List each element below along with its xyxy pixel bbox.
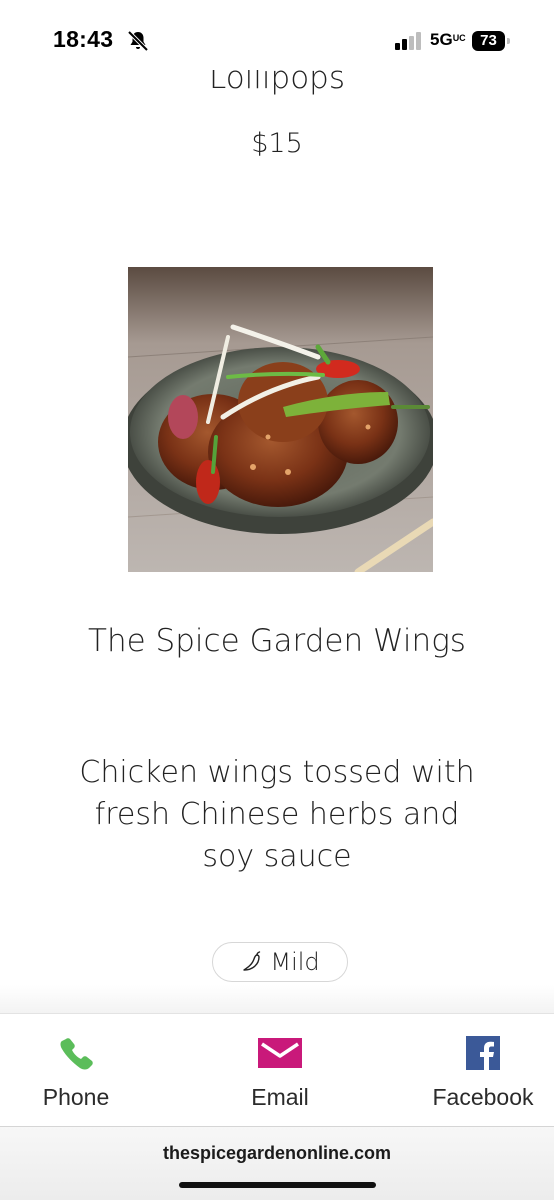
home-indicator[interactable] <box>179 1182 376 1188</box>
battery-icon: 73 <box>472 31 510 51</box>
email-label: Email <box>251 1084 309 1110</box>
browser-url-bar[interactable]: thespicegardenonline.com <box>0 1127 554 1200</box>
phone-icon <box>60 1038 93 1070</box>
email-button[interactable]: Email <box>224 1014 336 1128</box>
phone-label: Phone <box>42 1084 110 1110</box>
battery-level: 73 <box>472 31 505 51</box>
facebook-button[interactable]: Facebook <box>420 1014 546 1128</box>
url-text[interactable]: thespicegardenonline.com <box>0 1143 554 1164</box>
scroll-fade <box>0 985 554 1013</box>
spice-level-label: Mild <box>270 948 320 976</box>
signal-icon <box>395 32 421 50</box>
dish-photo[interactable] <box>128 267 433 572</box>
bell-slash-icon <box>127 30 149 52</box>
dish-title: The Spice Garden Wings <box>88 623 466 659</box>
status-time: 18:43 <box>53 26 114 52</box>
chili-icon <box>243 951 261 971</box>
facebook-label: Facebook <box>432 1084 534 1110</box>
facebook-icon <box>466 1036 500 1070</box>
email-icon <box>258 1038 302 1068</box>
phone-button[interactable]: Phone <box>20 1014 132 1128</box>
spice-level-badge: Mild <box>212 942 348 982</box>
dish-description: Chicken wings tossed with fresh Chinese … <box>79 755 475 874</box>
network-type: 5GUC <box>430 30 466 49</box>
menu-content[interactable]: Lollipops $15 The Spice Garden Wings Chi… <box>0 0 554 1013</box>
contact-action-bar: Phone Email Facebook <box>0 1013 554 1127</box>
status-bar: 18:43 5GUC 73 <box>0 0 554 70</box>
previous-item-price: $15 <box>251 128 303 159</box>
